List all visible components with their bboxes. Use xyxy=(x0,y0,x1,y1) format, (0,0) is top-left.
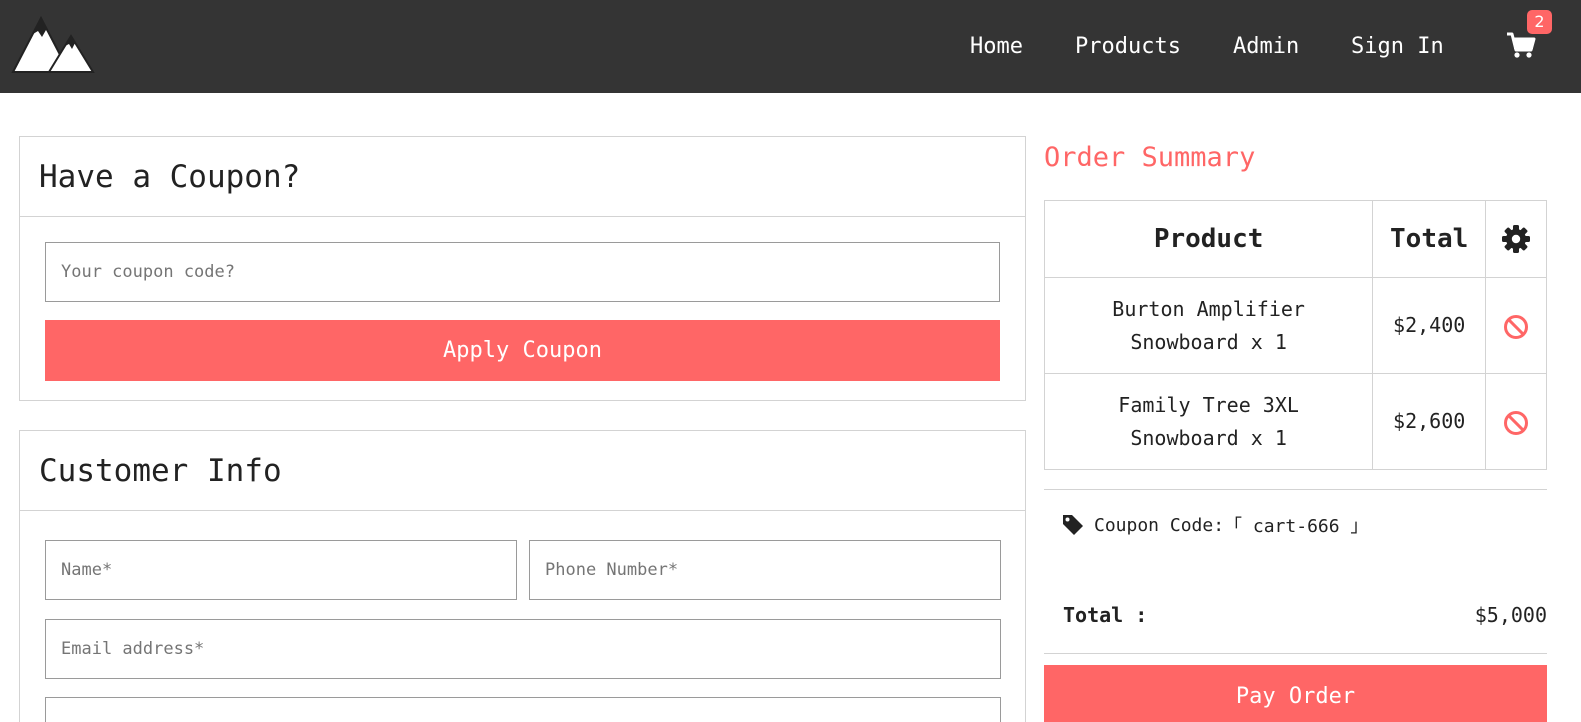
product-column-header: Product xyxy=(1043,200,1374,278)
address-input[interactable] xyxy=(45,697,1001,722)
coupon-card-title: Have a Coupon? xyxy=(20,137,1025,217)
settings-column-header xyxy=(1485,200,1547,278)
row-total: $2,400 xyxy=(1372,277,1487,374)
nav-home-link[interactable]: Home xyxy=(970,33,1023,61)
coupon-card: Have a Coupon? Your coupon code? Apply C… xyxy=(19,136,1026,401)
coupon-code-label: Coupon Code: xyxy=(1094,514,1225,536)
tag-icon xyxy=(1063,515,1083,535)
navbar: Home Products Admin Sign In 2 xyxy=(0,0,1581,93)
order-table-header: Product Total xyxy=(1043,200,1547,278)
coupon-code-value: 「 cart-666 」 xyxy=(1224,516,1369,537)
customer-info-card: Customer Info Name* Phone Number* Email … xyxy=(19,430,1026,722)
order-summary-title: Order Summary xyxy=(1044,142,1256,173)
apply-coupon-button[interactable]: Apply Coupon xyxy=(45,320,1000,381)
product-cell: Family Tree 3XL Snowboard x 1 xyxy=(1043,373,1374,470)
product-qty: Snowboard x 1 xyxy=(1130,425,1287,450)
nav-products-link[interactable]: Products xyxy=(1075,33,1181,61)
total-column-header: Total xyxy=(1372,200,1487,278)
remove-cell xyxy=(1485,373,1547,470)
shopping-cart-icon[interactable] xyxy=(1506,30,1536,60)
pay-order-button[interactable]: Pay Order xyxy=(1044,665,1547,722)
order-table: Product Total Burton Amplifier Snowboard… xyxy=(1043,200,1547,470)
product-cell: Burton Amplifier Snowboard x 1 xyxy=(1043,277,1374,374)
ban-icon[interactable] xyxy=(1503,410,1529,436)
table-row: Family Tree 3XL Snowboard x 1 $2,600 xyxy=(1043,373,1547,470)
summary-divider xyxy=(1044,489,1547,490)
remove-cell xyxy=(1485,277,1547,374)
coupon-code-input[interactable]: Your coupon code? xyxy=(45,242,1000,302)
total-divider xyxy=(1044,653,1547,654)
phone-number-input[interactable]: Phone Number* xyxy=(529,540,1001,600)
product-qty: Snowboard x 1 xyxy=(1130,329,1287,354)
customer-info-title: Customer Info xyxy=(20,431,1025,511)
row-total: $2,600 xyxy=(1372,373,1487,470)
mountain-logo-icon[interactable] xyxy=(11,14,95,74)
email-address-input[interactable]: Email address* xyxy=(45,619,1001,679)
order-total-label: Total : xyxy=(1063,603,1148,627)
name-input[interactable]: Name* xyxy=(45,540,517,600)
applied-coupon: Coupon Code: 「 cart-666 」 xyxy=(1062,512,1368,538)
ban-icon[interactable] xyxy=(1503,314,1529,340)
nav-sign-in-link[interactable]: Sign In xyxy=(1351,33,1444,61)
nav-admin-link[interactable]: Admin xyxy=(1233,33,1299,61)
product-name: Family Tree 3XL xyxy=(1118,392,1299,417)
product-name: Burton Amplifier xyxy=(1112,296,1305,321)
gear-icon[interactable] xyxy=(1501,224,1531,254)
order-total-value: $5,000 xyxy=(1474,603,1547,627)
table-row: Burton Amplifier Snowboard x 1 $2,400 xyxy=(1043,277,1547,374)
cart-count-badge: 2 xyxy=(1527,10,1552,34)
